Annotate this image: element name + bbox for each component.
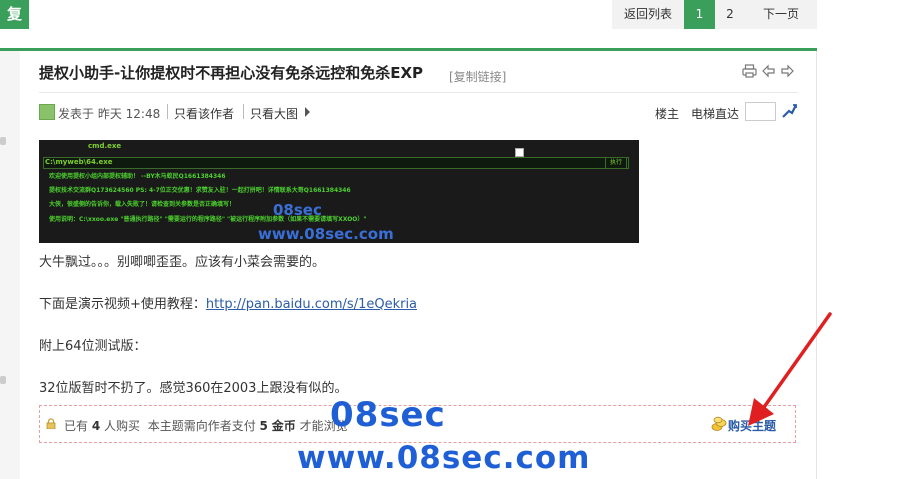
tutorial-link[interactable]: http://pan.baidu.com/s/1eQekria — [206, 297, 417, 312]
elevator-go-icon[interactable] — [780, 102, 798, 120]
next-page-link[interactable]: 下一页 — [745, 0, 817, 29]
lock-icon — [46, 418, 56, 429]
user-avatar-icon — [39, 104, 55, 120]
body-paragraph: 下面是演示视频+使用教程：http://pan.baidu.com/s/1eQe… — [39, 293, 417, 312]
red-arrow-icon — [748, 312, 832, 426]
cmd-window-title: cmd.exe — [88, 142, 122, 150]
purchase-info: 已有 4 人购买 本主题需向作者支付 5 金币 才能浏览 — [64, 419, 348, 433]
title-actions — [742, 64, 795, 78]
author-sidebar — [0, 51, 20, 479]
page-2-link[interactable]: 2 — [715, 0, 745, 29]
page-1-link[interactable]: 1 — [684, 0, 715, 29]
pager: 返回列表 1 2 下一页 — [612, 0, 817, 29]
back-to-list-link[interactable]: 返回列表 — [612, 0, 684, 29]
separator — [243, 104, 244, 119]
cmd-output-line: 欢迎使用提权小组内部提权辅助！ --BY木马蚁民Q1661384346 — [49, 173, 226, 180]
watermark-site: www.08sec.com — [297, 440, 591, 476]
cmd-path-field — [43, 157, 629, 169]
coin-icon[interactable] — [711, 416, 727, 432]
body-paragraph: 32位版暂时不扔了。感觉360在2003上跟没有似的。 — [39, 381, 348, 396]
cmd-path-text: C:\myweb\64.exe — [45, 158, 113, 166]
next-icon[interactable] — [780, 64, 795, 78]
play-arrow-icon — [305, 107, 310, 117]
cmd-screenshot: cmd.exe C:\myweb\64.exe 执行 欢迎使用提权小组内部提权辅… — [39, 140, 639, 243]
separator — [167, 104, 168, 119]
cmd-exec-button: 执行 — [605, 157, 627, 169]
only-big-image-link[interactable]: 只看大图 — [250, 105, 298, 122]
elevator-input[interactable] — [745, 102, 776, 121]
cmd-close-icon — [515, 148, 524, 157]
print-icon[interactable] — [742, 64, 757, 78]
sidebar-marker — [0, 137, 6, 145]
body-text: 下面是演示视频+使用教程： — [39, 297, 206, 312]
body-paragraph: 附上64位测试版： — [39, 339, 147, 354]
elevator-label: 电梯直达 — [691, 107, 740, 121]
post-title: 提权小助手-让你提权时不再担心没有免杀远控和免杀EXP — [39, 64, 424, 82]
body-paragraph: 大牛飘过。。。别唧唧歪歪。应该有小菜会需要的。 — [39, 255, 326, 270]
sidebar-gap — [20, 51, 26, 479]
reply-button[interactable]: 复 — [0, 0, 29, 29]
floor-label: 楼主 — [655, 107, 680, 121]
prev-icon[interactable] — [761, 64, 776, 78]
copy-link-button[interactable]: [复制链接] — [449, 68, 506, 85]
only-author-link[interactable]: 只看该作者 — [174, 105, 234, 122]
cmd-watermark-logo: 08sec — [273, 201, 322, 219]
cmd-watermark-site: www.08sec.com — [258, 225, 394, 243]
cmd-output-line: 提权技术交流群Q173624560 PS: 4-7位正交优惠！求赞友入驻！一起打… — [49, 187, 351, 194]
title-divider — [39, 92, 798, 93]
sidebar-marker — [0, 376, 6, 384]
watermark-logo: 08sec — [330, 395, 446, 435]
cmd-output-line: 大侠，很盛侧的告诉你，载入失败了！请检查到关参数是否正确填写！ — [49, 201, 236, 208]
post-time: 发表于 昨天 12:48 — [58, 107, 161, 121]
post-top-divider — [0, 48, 817, 51]
